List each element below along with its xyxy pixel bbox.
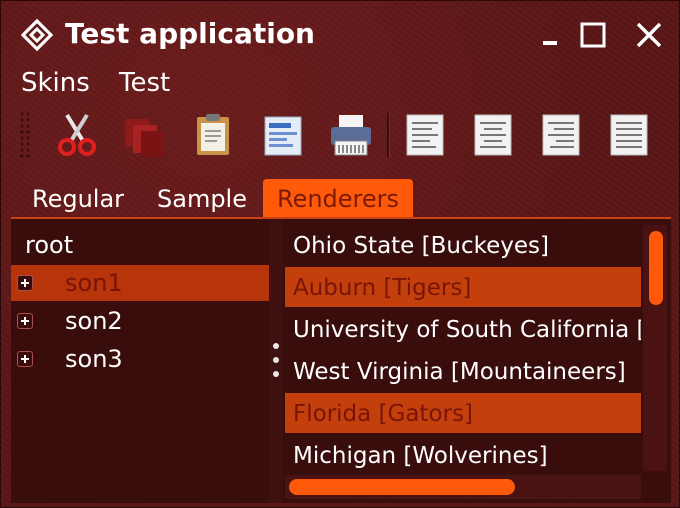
list-view[interactable]: Ohio State [Buckeyes] Auburn [Tigers] Un… (285, 225, 641, 471)
title-bar[interactable]: Test application (1, 1, 680, 67)
menu-skins[interactable]: Skins (21, 65, 90, 101)
list-item[interactable]: Auburn [Tigers] (285, 267, 641, 307)
horizontal-scroll-thumb[interactable] (289, 479, 515, 495)
tree-item-label: son1 (65, 269, 123, 297)
maximize-icon[interactable] (577, 19, 609, 51)
close-icon[interactable] (633, 19, 665, 51)
tab-bar: Regular Sample Renderers (1, 179, 680, 217)
tab-sample[interactable]: Sample (147, 179, 257, 217)
paste-icon[interactable] (189, 111, 237, 159)
horizontal-scrollbar[interactable] (285, 475, 641, 499)
tree-item-son3[interactable]: son3 (11, 341, 269, 377)
print-icon[interactable] (327, 111, 375, 159)
toolbar-separator (387, 113, 390, 157)
tree-view[interactable]: root son1 son2 son3 (11, 227, 269, 503)
grip-dot (273, 357, 279, 363)
edit-doc-icon[interactable] (259, 111, 307, 159)
menu-bar: Skins Test (1, 65, 680, 101)
align-right-icon[interactable] (537, 111, 585, 159)
grip-dot (273, 371, 279, 377)
diamond-app-icon (21, 19, 53, 51)
tab-renderers[interactable]: Renderers (263, 179, 413, 217)
toolbar-grip[interactable] (19, 111, 31, 159)
copy-icon[interactable] (121, 111, 169, 159)
grip-dot (273, 343, 279, 349)
tree-item-son1[interactable]: son1 (11, 265, 269, 301)
minimize-icon[interactable] (537, 19, 569, 51)
list-item[interactable]: Florida [Gators] (285, 393, 641, 433)
cut-icon[interactable] (53, 111, 101, 159)
expand-icon[interactable] (17, 313, 33, 329)
tree-item-label: son3 (65, 345, 123, 373)
vertical-scrollbar[interactable] (643, 225, 667, 471)
tree-root[interactable]: root (25, 227, 73, 263)
list-item[interactable]: West Virginia [Mountaineers] (285, 351, 641, 391)
tab-regular[interactable]: Regular (19, 179, 137, 217)
expand-icon[interactable] (17, 275, 33, 291)
expand-icon[interactable] (17, 351, 33, 367)
list-item[interactable]: Michigan [Wolverines] (285, 435, 641, 471)
split-pane-divider[interactable] (269, 219, 283, 503)
list-item[interactable]: Ohio State [Buckeyes] (285, 225, 641, 265)
window-title: Test application (65, 17, 315, 50)
list-item[interactable]: University of South California [Trojans] (285, 309, 641, 349)
align-left-icon[interactable] (401, 111, 449, 159)
justify-icon[interactable] (605, 111, 653, 159)
application-window: Test application Skins Test Regular Samp… (0, 0, 680, 508)
vertical-scroll-thumb[interactable] (649, 231, 663, 305)
menu-test[interactable]: Test (119, 65, 170, 101)
renderers-panel: root son1 son2 son3 Ohio State [Buckeyes… (11, 217, 671, 503)
align-center-icon[interactable] (469, 111, 517, 159)
tree-item-son2[interactable]: son2 (11, 303, 269, 339)
toolbar (1, 105, 680, 163)
tree-item-label: son2 (65, 307, 123, 335)
